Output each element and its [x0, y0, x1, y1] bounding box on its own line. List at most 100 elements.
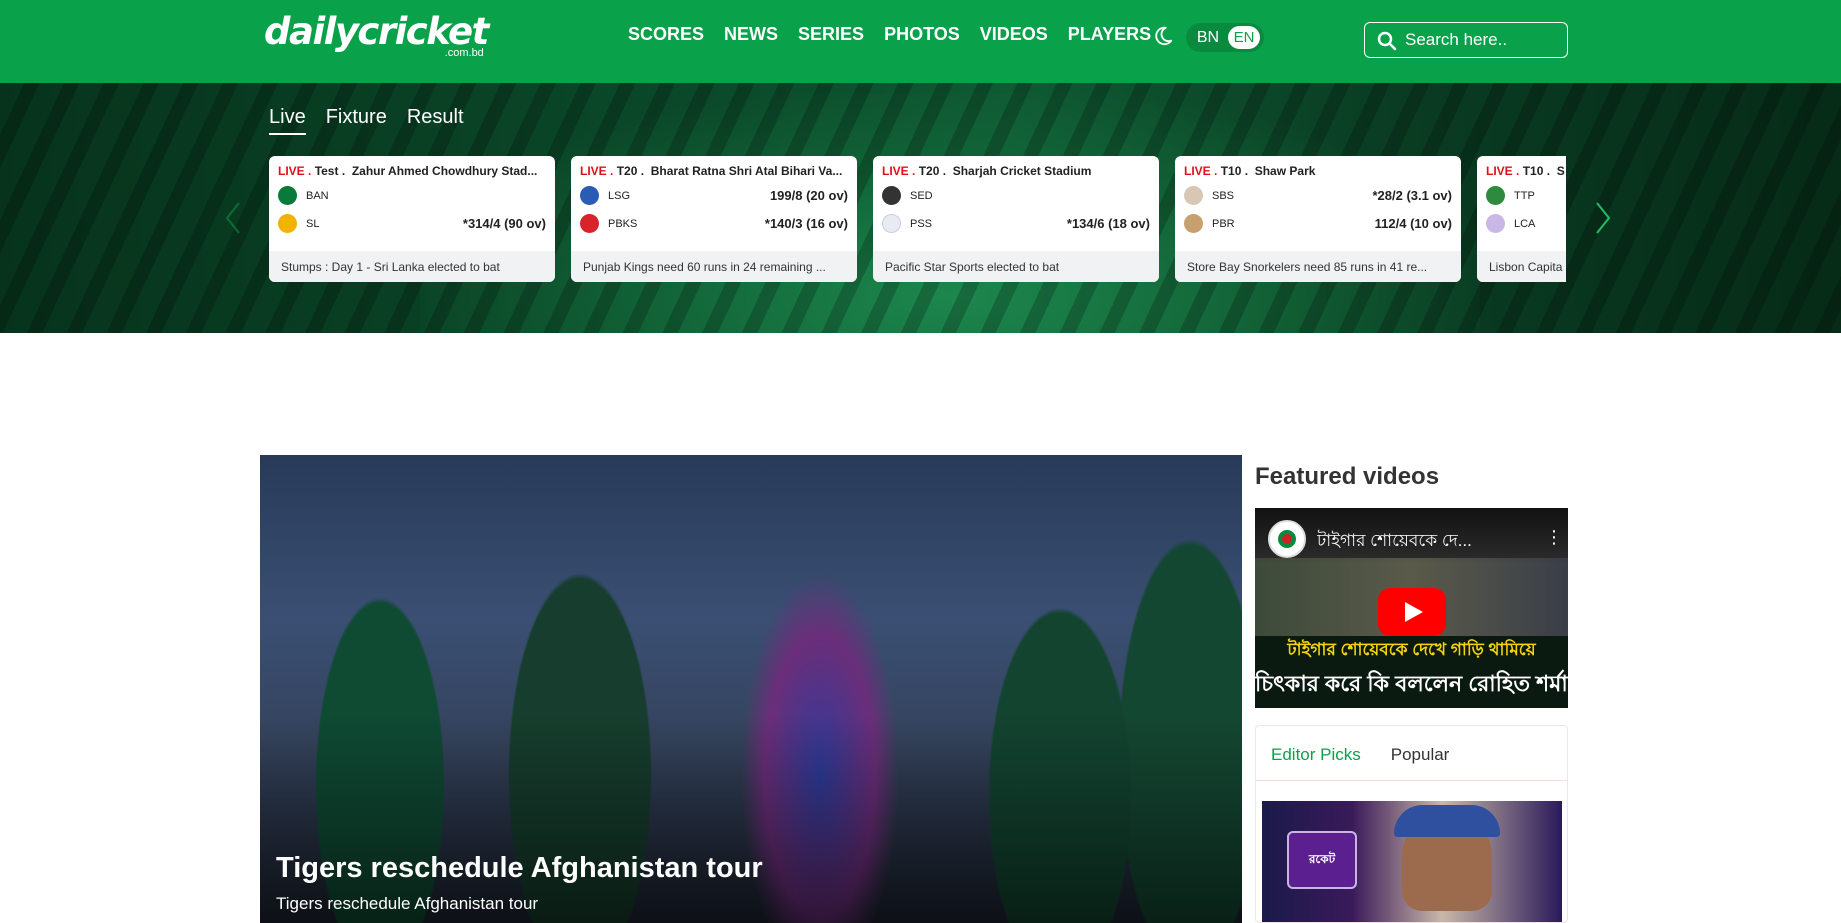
team-flag-icon [1486, 214, 1505, 233]
editor-picks-panel: Editor Picks Popular রকেট [1255, 725, 1568, 923]
match-tabs: Live Fixture Result [269, 105, 484, 135]
team-flag-icon [278, 214, 297, 233]
team-flag-icon [1486, 186, 1505, 205]
team-abbr: PBKS [608, 218, 638, 230]
nav-videos[interactable]: VIDEOS [980, 22, 1048, 46]
video-title[interactable]: টাইগার শোয়েবকে দে... [1317, 528, 1527, 556]
live-scores-banner: Live Fixture Result LIVE . Test . Zahur … [0, 83, 1841, 333]
match-card[interactable]: LIVE . T10 . Shaw Park SBS *28/2 (3.1 ov… [1175, 156, 1461, 282]
site-header: dailycricket .com.bd SCORES NEWS SERIES … [0, 0, 1841, 83]
match-status-note: Store Bay Snorkelers need 85 runs in 41 … [1175, 251, 1461, 282]
lang-en-option[interactable]: EN [1228, 26, 1260, 49]
moon-icon[interactable] [1152, 25, 1174, 47]
team-row: PBR 112/4 (10 ov) [1184, 214, 1452, 234]
match-format: T20 [616, 164, 638, 178]
match-venue: Bharat Ratna Shri Atal Bihari Va... [650, 164, 843, 178]
nav-series[interactable]: SERIES [798, 22, 864, 46]
video-caption-line2: চিৎকার করে কি বললেন রোহিত শর্মা ? [1255, 664, 1568, 708]
nav-scores[interactable]: SCORES [628, 22, 704, 46]
team-score: *314/4 (90 ov) [462, 216, 546, 231]
nav-photos[interactable]: PHOTOS [884, 22, 960, 46]
match-status-note: Pacific Star Sports elected to bat [873, 251, 1159, 282]
team-row: SED [882, 186, 1150, 206]
team-abbr: PBR [1212, 218, 1235, 230]
hero-subtitle: Tigers reschedule Afghanistan tour [276, 894, 539, 913]
match-status-note: Stumps : Day 1 - Sri Lanka elected to ba… [269, 251, 555, 282]
team-row: LCA [1486, 214, 1566, 234]
team-abbr: LSG [608, 190, 631, 202]
match-card-header: LIVE . T10 . S [1486, 164, 1565, 178]
team-row: PBKS *140/3 (16 ov) [580, 214, 848, 234]
team-row: TTP [1486, 186, 1566, 206]
live-label: LIVE [278, 164, 305, 178]
nav-players[interactable]: PLAYERS [1068, 22, 1151, 46]
main-nav: SCORES NEWS SERIES PHOTOS VIDEOS PLAYERS [628, 22, 1171, 46]
team-flag-icon [580, 186, 599, 205]
match-status-note: Lisbon Capita [1477, 251, 1566, 282]
tab-live[interactable]: Live [269, 105, 306, 135]
match-format: Test [314, 164, 339, 178]
hero-overlay [260, 715, 1242, 923]
team-abbr: SL [306, 218, 320, 230]
live-label: LIVE [1486, 164, 1513, 178]
featured-video-player[interactable]: টাইগার শোয়েবকে দে... ⋮ টাইগার শোয়েবকে … [1255, 508, 1568, 708]
featured-videos-heading: Featured videos [1255, 463, 1440, 490]
tab-result[interactable]: Result [407, 105, 464, 135]
match-format: T20 [918, 164, 940, 178]
team-abbr: PSS [910, 218, 933, 230]
site-logo[interactable]: dailycricket .com.bd [264, 10, 489, 60]
team-abbr: TTP [1514, 190, 1535, 202]
search-input[interactable] [1405, 29, 1560, 51]
team-abbr: SED [910, 190, 933, 202]
team-score: *140/3 (16 ov) [764, 216, 848, 231]
play-button-icon[interactable] [1378, 588, 1446, 636]
lang-bn-option[interactable]: BN [1195, 26, 1221, 49]
live-label: LIVE [1184, 164, 1211, 178]
match-venue: Shaw Park [1254, 164, 1316, 178]
team-row: SL *314/4 (90 ov) [278, 214, 546, 234]
team-score: *28/2 (3.1 ov) [1372, 188, 1453, 203]
hero-title[interactable]: Tigers reschedule Afghanistan tour [276, 850, 763, 886]
team-row: SBS *28/2 (3.1 ov) [1184, 186, 1452, 206]
team-abbr: LCA [1514, 218, 1536, 230]
match-format: T10 [1522, 164, 1544, 178]
match-format: T10 [1220, 164, 1242, 178]
team-flag-icon [1184, 214, 1203, 233]
carousel-next-icon[interactable] [1594, 201, 1612, 235]
carousel-prev-icon[interactable] [224, 201, 242, 235]
channel-avatar[interactable] [1268, 520, 1306, 558]
live-label: LIVE [882, 164, 909, 178]
picks-tabs: Editor Picks Popular [1271, 744, 1479, 766]
tab-editor-picks[interactable]: Editor Picks [1271, 744, 1361, 766]
tab-popular[interactable]: Popular [1391, 744, 1450, 766]
team-row: PSS *134/6 (18 ov) [882, 214, 1150, 234]
team-flag-icon [1184, 186, 1203, 205]
tab-fixture[interactable]: Fixture [326, 105, 387, 135]
live-label: LIVE [580, 164, 607, 178]
search-icon[interactable] [1377, 31, 1397, 51]
sponsor-badge: রকেট [1287, 831, 1357, 889]
language-toggle[interactable]: BN EN [1186, 23, 1264, 52]
pick-article-image[interactable]: রকেট [1262, 801, 1562, 922]
team-flag-icon [882, 214, 901, 233]
search-box[interactable] [1364, 22, 1568, 58]
hero-article[interactable]: Tigers reschedule Afghanistan tour Tiger… [260, 455, 1242, 923]
video-caption-line1: টাইগার শোয়েবকে দেখে গাড়ি থামিয়ে [1255, 636, 1568, 664]
team-flag-icon [882, 186, 901, 205]
team-row: LSG 199/8 (20 ov) [580, 186, 848, 206]
team-score: *134/6 (18 ov) [1066, 216, 1150, 231]
match-card[interactable]: LIVE . T20 . Sharjah Cricket Stadium SED… [873, 156, 1159, 282]
team-row: BAN [278, 186, 546, 206]
nav-news[interactable]: NEWS [724, 22, 778, 46]
logo-wordmark: dailycricket [264, 10, 489, 53]
match-cards: LIVE . Test . Zahur Ahmed Chowdhury Stad… [269, 156, 1566, 283]
more-vert-icon[interactable]: ⋮ [1545, 528, 1563, 546]
person-cap [1394, 805, 1500, 837]
match-card-header: LIVE . Test . Zahur Ahmed Chowdhury Stad… [278, 164, 538, 178]
logo-domain: .com.bd [444, 47, 484, 59]
match-card[interactable]: LIVE . T20 . Bharat Ratna Shri Atal Biha… [571, 156, 857, 282]
match-card-header: LIVE . T20 . Bharat Ratna Shri Atal Biha… [580, 164, 843, 178]
match-card[interactable]: LIVE . Test . Zahur Ahmed Chowdhury Stad… [269, 156, 555, 282]
team-flag-icon [580, 214, 599, 233]
match-card[interactable]: LIVE . T10 . S TTP LCA Lisbon Capita [1477, 156, 1566, 282]
